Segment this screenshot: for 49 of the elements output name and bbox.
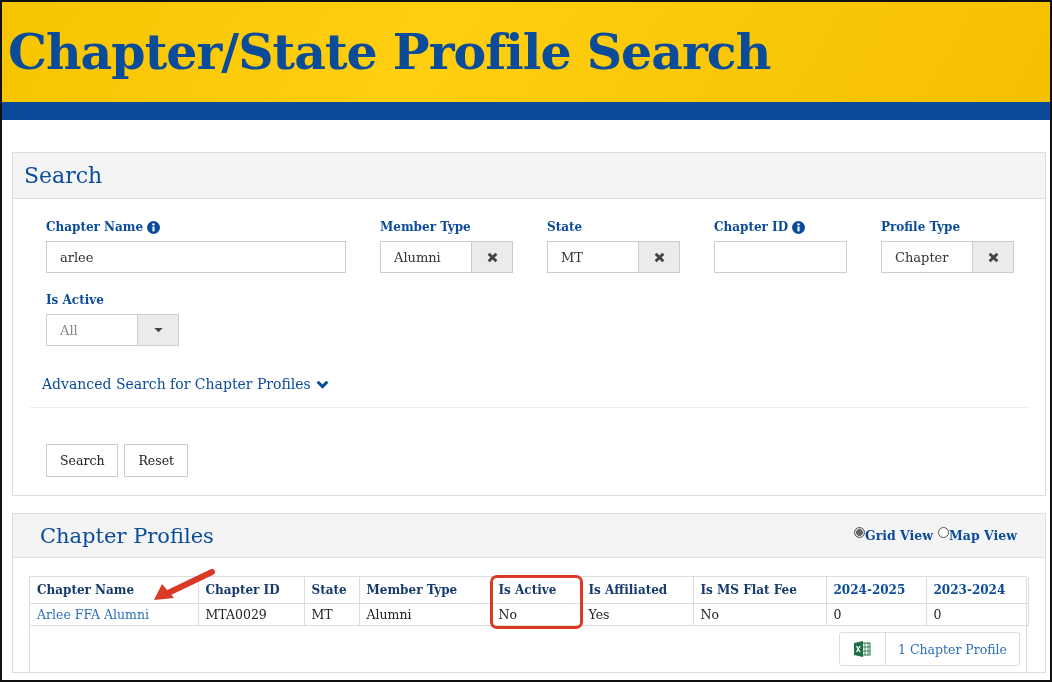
panel-title: Search — [24, 163, 103, 188]
close-icon — [987, 251, 999, 263]
chapter-link[interactable]: Arlee FFA Alumni — [37, 607, 149, 622]
select-field[interactable]: Alumni — [380, 241, 472, 273]
table-cell: No — [498, 607, 517, 622]
field-label: State — [547, 220, 583, 234]
view-radio[interactable]: Grid View — [854, 528, 934, 543]
clear-button[interactable] — [472, 241, 513, 273]
table-cell: 0 — [833, 607, 842, 622]
clear-button[interactable] — [973, 241, 1014, 273]
column-header: State — [304, 577, 359, 604]
export-button[interactable]: 1 Chapter Profile — [839, 632, 1020, 666]
field-label: Member Type — [380, 220, 471, 234]
spreadsheet-icon — [853, 640, 872, 658]
column-header: Is Affiliated — [581, 577, 693, 604]
field-label: Chapter ID — [714, 220, 789, 234]
info-icon[interactable] — [792, 220, 806, 234]
field-label: Chapter Name — [46, 220, 144, 234]
view-radio[interactable]: Map View — [938, 528, 1017, 543]
table-cell: 0 — [933, 607, 942, 622]
panel-title: Chapter Profiles — [40, 523, 214, 548]
column-header: Chapter ID — [198, 577, 304, 604]
table-cell: Yes — [588, 607, 610, 622]
form-button[interactable]: Search — [46, 444, 119, 477]
column-header: Is Active — [491, 577, 581, 604]
column-header[interactable]: 2023-2024 — [926, 577, 1028, 604]
page-title: Chapter/State Profile Search — [8, 23, 771, 81]
close-icon — [486, 251, 498, 263]
field-label: Is Active — [46, 293, 104, 307]
column-header[interactable]: 2024-2025 — [826, 577, 926, 604]
field-label: Profile Type — [881, 220, 961, 234]
select-field[interactable]: Chapter — [881, 241, 973, 273]
advanced-search-link[interactable]: Advanced Search for Chapter Profiles — [42, 376, 311, 392]
info-icon[interactable] — [147, 220, 161, 234]
table-cell: No — [700, 607, 719, 622]
form-button[interactable]: Reset — [124, 444, 189, 477]
column-header: Is MS Flat Fee — [693, 577, 826, 604]
clear-button[interactable] — [639, 241, 680, 273]
table-cell: MT — [311, 607, 333, 622]
select-field[interactable]: All — [46, 314, 138, 346]
caret-icon — [153, 327, 163, 333]
column-header: Member Type — [359, 577, 491, 604]
text-input[interactable] — [714, 241, 847, 273]
chevron-down-icon[interactable] — [315, 379, 329, 389]
close-icon — [653, 251, 665, 263]
table-cell: Alumni — [366, 607, 412, 622]
text-input[interactable]: arlee — [46, 241, 346, 273]
table-cell: MTA0029 — [205, 607, 267, 622]
select-field[interactable]: MT — [547, 241, 639, 273]
